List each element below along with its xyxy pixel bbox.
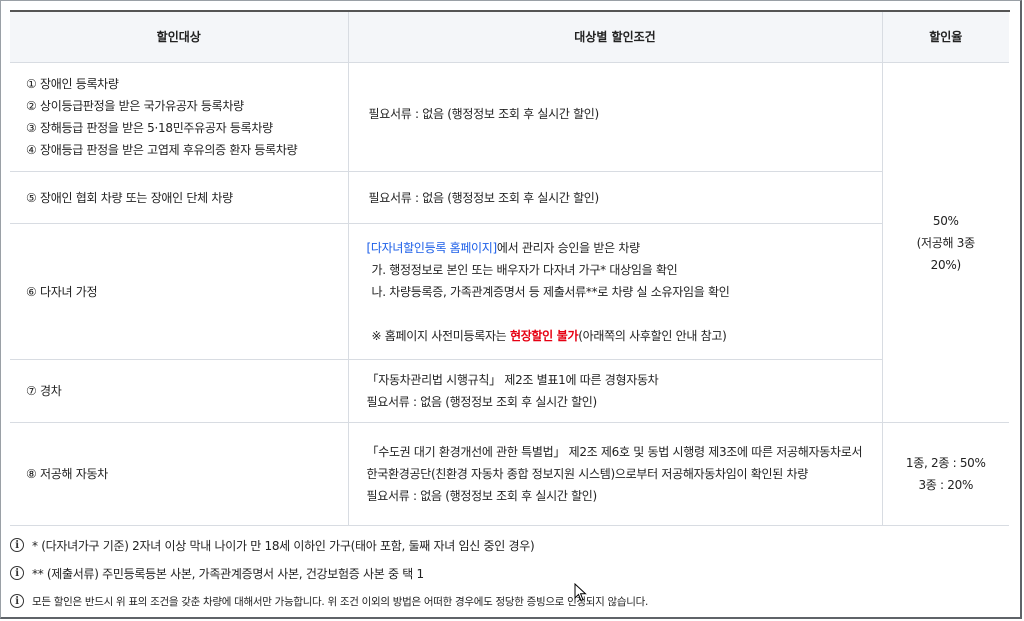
header-condition: 대상별 할인조건: [347, 12, 882, 63]
target-item: ③ 장해등급 판정을 받은 5·18민주유공자 등록차량: [26, 121, 273, 135]
warning-highlight: 현장할인 불가: [509, 328, 579, 343]
target-cell: ⑥ 다자녀 가정: [10, 223, 348, 360]
condition-item: 가. 행정정보로 본인 또는 배우자가 다자녀 가구* 대상임을 확인: [371, 262, 678, 277]
footnote-text: * (다자녀가구 기준) 2자녀 이상 막내 나이가 만 18세 이하인 가구(…: [32, 538, 535, 553]
table-row: ① 장애인 등록차량 ② 상이등급판정을 받은 국가유공자 등록차량 ③ 장해등…: [10, 62, 1009, 423]
table-row: ⑦ 경차 「자동차관리법 시행규칙」 제2조 별표1에 따른 경형자동차 필요서…: [10, 359, 1009, 423]
header-target: 할인대상: [10, 12, 348, 63]
rate-note: (저공해 3종: [916, 235, 976, 250]
footnote-item: i 모든 할인은 반드시 위 표의 조건을 갖춘 차량에 대해서만 가능합니다.…: [10, 587, 1010, 615]
warning-prefix: ※ 홈페이지 사전미등록자는: [371, 328, 510, 343]
footnotes: i * (다자녀가구 기준) 2자녀 이상 막내 나이가 만 18세 이하인 가…: [10, 531, 1010, 615]
rate-note: 20%): [930, 257, 961, 272]
target-cell: ⑧ 저공해 자동차: [10, 422, 348, 526]
condition-cell: 「자동차관리법 시행규칙」 제2조 별표1에 따른 경형자동차 필요서류 : 없…: [347, 359, 882, 423]
rate-cell: 1종, 2종 : 50% 3종 : 20%: [881, 422, 1009, 526]
condition-item: 나. 차량등록증, 가족관계증명서 등 제출서류**로 차량 실 소유자임을 확…: [371, 284, 730, 299]
header-rate: 할인율: [881, 12, 1009, 63]
condition-intro-text: 에서 관리자 승인을 받은 차량: [496, 240, 640, 255]
discount-table: 할인대상 대상별 할인조건 할인율 ① 장애인 등록차량 ② 상이등급판정을 받…: [10, 12, 1009, 526]
required-docs: 필요서류 : 없음 (행정정보 조회 후 실시간 할인): [366, 489, 598, 503]
target-item: ④ 장애등급 판정을 받은 고엽제 후유의증 환자 등록차량: [26, 143, 298, 157]
condition-cell: 「수도권 대기 환경개선에 관한 특별법」 제2조 제6호 및 동법 시행령 제…: [347, 422, 882, 526]
condition-item: 「자동차관리법 시행규칙」 제2조 별표1에 따른 경형자동차: [366, 373, 659, 387]
condition-intro: [다자녀할인등록 홈페이지]에서 관리자 승인을 받은 차량: [367, 237, 868, 259]
rate-value: 3종 : 20%: [918, 478, 974, 492]
condition-cell: [다자녀할인등록 홈페이지]에서 관리자 승인을 받은 차량 가. 행정정보로 …: [347, 223, 882, 360]
rate-value: 1종, 2종 : 50%: [905, 456, 986, 470]
table-row: ⑥ 다자녀 가정 [다자녀할인등록 홈페이지]에서 관리자 승인을 받은 차량 …: [10, 223, 1009, 360]
warning-suffix: (아래쪽의 사후할인 안내 참고): [578, 328, 727, 343]
target-item: ② 상이등급판정을 받은 국가유공자 등록차량: [26, 99, 244, 113]
multi-child-registration-link[interactable]: [다자녀할인등록 홈페이지]: [367, 241, 498, 255]
rate-value: 50%: [932, 213, 959, 228]
table-header-row: 할인대상 대상별 할인조건 할인율: [10, 12, 1009, 63]
target-cell: ⑤ 장애인 협회 차량 또는 장애인 단체 차량: [10, 171, 348, 224]
required-docs: 필요서류 : 없음 (행정정보 조회 후 실시간 할인): [366, 395, 598, 409]
condition-cell: 필요서류 : 없음 (행정정보 조회 후 실시간 할인): [347, 171, 882, 224]
info-circle-icon: i: [10, 566, 24, 580]
target-item: ① 장애인 등록차량: [26, 77, 119, 91]
footnote-item: i * (다자녀가구 기준) 2자녀 이상 막내 나이가 만 18세 이하인 가…: [10, 531, 1010, 559]
condition-cell: 필요서류 : 없음 (행정정보 조회 후 실시간 할인): [347, 62, 882, 172]
required-docs: 필요서류 : 없음 (행정정보 조회 후 실시간 할인): [368, 107, 600, 121]
condition-paragraph: 「수도권 대기 환경개선에 관한 특별법」 제2조 제6호 및 동법 시행령 제…: [366, 445, 863, 481]
footnote-item: i ** (제출서류) 주민등록등본 사본, 가족관계증명서 사본, 건강보험증…: [10, 559, 1010, 587]
target-cell: ⑦ 경차: [10, 359, 348, 423]
target-cell: ① 장애인 등록차량 ② 상이등급판정을 받은 국가유공자 등록차량 ③ 장해등…: [10, 62, 348, 172]
rate-cell: 50% (저공해 3종 20%): [881, 62, 1009, 423]
table-row: ⑤ 장애인 협회 차량 또는 장애인 단체 차량 필요서류 : 없음 (행정정보…: [10, 171, 1009, 224]
required-docs: 필요서류 : 없음 (행정정보 조회 후 실시간 할인): [368, 190, 600, 205]
mouse-pointer-icon: [574, 583, 587, 602]
info-circle-icon: i: [10, 538, 24, 552]
footnote-text: 모든 할인은 반드시 위 표의 조건을 갖춘 차량에 대해서만 가능합니다. 위…: [32, 595, 649, 608]
warning-text: ※ 홈페이지 사전미등록자는 현장할인 불가(아래쪽의 사후할인 안내 참고): [367, 325, 868, 347]
info-circle-icon: i: [10, 594, 24, 608]
footnote-text: ** (제출서류) 주민등록등본 사본, 가족관계증명서 사본, 건강보험증 사…: [32, 566, 424, 581]
table-row: ⑧ 저공해 자동차 「수도권 대기 환경개선에 관한 특별법」 제2조 제6호 …: [10, 422, 1009, 526]
